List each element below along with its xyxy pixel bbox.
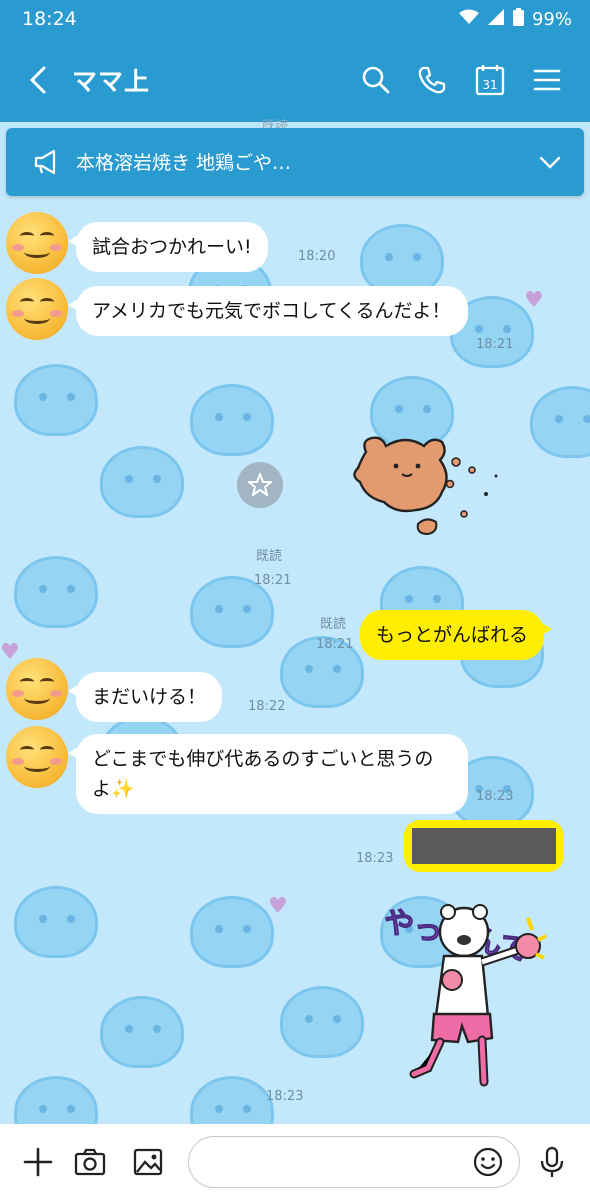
read-status: 既読 <box>256 549 283 564</box>
star-icon[interactable] <box>237 462 283 508</box>
message-bubble[interactable]: どこまでも伸び代あるのすごいと思うのよ✨ <box>68 734 468 814</box>
menu-icon[interactable] <box>530 62 566 98</box>
back-icon[interactable] <box>22 60 56 100</box>
signal-icon <box>487 8 505 31</box>
battery-icon <box>512 8 524 31</box>
message-input-bar <box>0 1124 590 1200</box>
wallpaper-character <box>100 446 184 518</box>
wallpaper-character <box>530 386 590 458</box>
message-time: 18:21 <box>476 337 514 352</box>
search-icon[interactable] <box>358 62 394 98</box>
avatar[interactable] <box>6 726 68 788</box>
avatar[interactable] <box>6 278 68 340</box>
wifi-icon <box>458 9 479 30</box>
wallpaper-character <box>14 886 98 958</box>
message-bubble[interactable]: まだいける！ <box>67 672 223 722</box>
wallpaper-character <box>14 556 98 628</box>
message-time: 18:23 <box>476 789 514 804</box>
wallpaper-character <box>190 896 274 968</box>
wallpaper-character <box>14 364 98 436</box>
chat-title: ママ上 <box>72 67 151 96</box>
wallpaper-character <box>190 1076 274 1124</box>
boxing-bear-sticker[interactable]: やったんで <box>352 896 548 1096</box>
status-time: 18:24 <box>22 8 77 30</box>
message-time: 18:22 <box>248 699 286 714</box>
message-bubble[interactable]: アメリカでも元気でボコしてくるんだよ！ <box>68 286 468 336</box>
heart-icon: ♥ <box>524 288 544 313</box>
heart-icon: ♥ <box>268 894 288 919</box>
chat-header: ママ上 31 <box>0 40 590 122</box>
battery-percent: 99% <box>531 9 572 30</box>
announcement-bar[interactable]: 本格溶岩焼き 地鶏ごや… <box>6 128 584 196</box>
chat-area[interactable]: ♥ ♥ ♥ 試合おつかれーい! 18:20 アメリカでも元気でボコしてくるんだよ… <box>0 196 590 1124</box>
avatar[interactable] <box>6 658 68 720</box>
megaphone-icon <box>32 148 62 180</box>
image-icon[interactable] <box>130 1144 166 1180</box>
calendar-icon[interactable]: 31 <box>472 62 508 98</box>
read-status: 既読 <box>320 617 347 632</box>
heart-icon: ♥ <box>0 640 20 665</box>
camera-icon[interactable] <box>72 1144 108 1180</box>
redaction-bar <box>412 828 556 864</box>
message-time: 18:21 <box>254 573 292 588</box>
avatar[interactable] <box>6 212 68 274</box>
wallpaper-character <box>100 996 184 1068</box>
message-time: 18:20 <box>298 249 336 264</box>
bear-sticker[interactable] <box>346 432 526 542</box>
announcement-text: 本格溶岩焼き 地鶏ごや… <box>76 152 292 174</box>
wallpaper-character <box>190 384 274 456</box>
chevron-down-icon[interactable] <box>538 150 562 178</box>
phone-icon[interactable] <box>414 62 450 98</box>
message-time: 18:23 <box>266 1089 304 1104</box>
status-bar: 18:24 99% <box>0 0 590 40</box>
message-time: 18:23 <box>356 851 394 866</box>
message-input[interactable] <box>188 1136 520 1188</box>
message-bubble[interactable]: 試合おつかれーい! <box>68 222 268 272</box>
wallpaper-character <box>14 1076 98 1124</box>
my-message-bubble[interactable]: もっとがんばれる <box>360 610 553 660</box>
message-time: 18:21 <box>316 637 354 652</box>
emoji-icon[interactable] <box>472 1146 504 1178</box>
microphone-icon[interactable] <box>534 1144 570 1180</box>
plus-icon[interactable] <box>20 1144 56 1180</box>
redacted-message[interactable] <box>404 820 564 872</box>
calendar-day: 31 <box>482 78 497 92</box>
